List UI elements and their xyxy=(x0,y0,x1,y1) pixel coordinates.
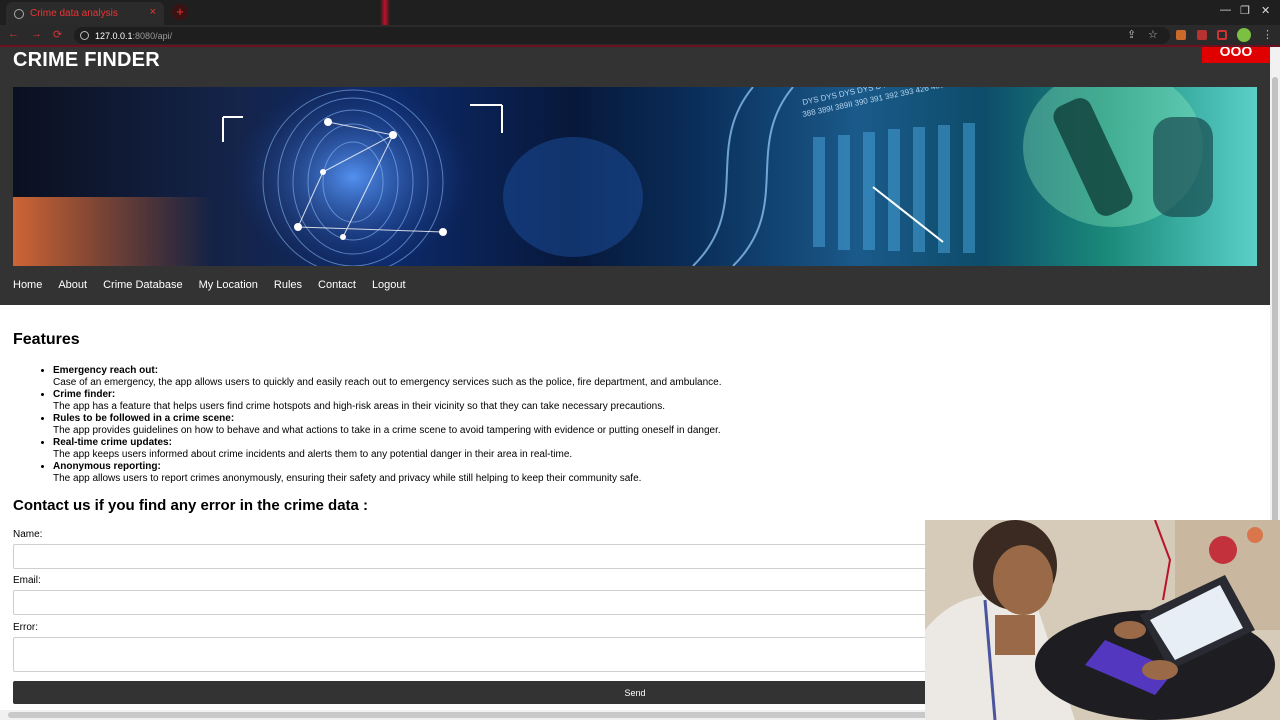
feature-desc: The app provides guidelines on how to be… xyxy=(53,425,721,436)
forensics-banner-image: DYS DYS DYS DYS DYS DYS DYS DYS DYS DYS … xyxy=(13,87,1257,266)
tab-title: Crime data analysis xyxy=(30,8,118,19)
sidebar-icon[interactable] xyxy=(1217,30,1227,40)
url-path: :8080/api/ xyxy=(132,30,173,41)
corner-badge: OOO xyxy=(1202,47,1270,63)
puzzle-extension-icon[interactable] xyxy=(1197,30,1207,40)
name-label: Name: xyxy=(13,529,43,540)
browser-tab[interactable]: Crime data analysis × xyxy=(6,2,164,25)
nav-my-location[interactable]: My Location xyxy=(199,279,258,291)
feature-item: Real-time crime updates: The app keeps u… xyxy=(53,437,1013,461)
site-header: CRIME FINDER 388 389I 389II 390 391 392 … xyxy=(0,47,1270,305)
forward-icon[interactable]: → xyxy=(31,28,42,40)
browser-tab-bar: Crime data analysis × + — ❐ ✕ xyxy=(0,0,1280,25)
webcam-overlay xyxy=(925,520,1280,720)
address-bar: ← → ⟳ 127.0.0.1 :8080/api/ ⇪ ☆ ⋮ xyxy=(0,25,1280,46)
back-icon[interactable]: ← xyxy=(8,28,19,40)
feature-title: Anonymous reporting: xyxy=(53,461,161,472)
features-section: Features Emergency reach out: Case of an… xyxy=(13,331,1013,485)
extension-icon[interactable] xyxy=(1176,30,1186,40)
feature-item: Rules to be followed in a crime scene: T… xyxy=(53,413,1013,437)
email-label: Email: xyxy=(13,575,41,586)
new-tab-button[interactable]: + xyxy=(172,4,188,20)
feature-desc: The app has a feature that helps users f… xyxy=(53,401,665,412)
site-title: CRIME FINDER xyxy=(13,49,160,71)
nav-about[interactable]: About xyxy=(58,279,87,291)
maximize-icon[interactable]: ❐ xyxy=(1240,4,1250,17)
contact-heading: Contact us if you find any error in the … xyxy=(13,497,369,514)
profile-avatar[interactable] xyxy=(1237,28,1251,42)
nav-home[interactable]: Home xyxy=(13,279,42,291)
tab-bar-decoration xyxy=(380,0,390,25)
feature-item: Emergency reach out: Case of an emergenc… xyxy=(53,365,1013,389)
feature-desc: The app allows users to report crimes an… xyxy=(53,473,642,484)
bookmark-star-icon[interactable]: ☆ xyxy=(1148,28,1158,41)
site-info-icon[interactable] xyxy=(80,31,89,40)
feature-title: Rules to be followed in a crime scene: xyxy=(53,413,235,424)
nav-logout[interactable]: Logout xyxy=(372,279,406,291)
webcam-presenter-image xyxy=(925,520,1280,720)
menu-icon[interactable]: ⋮ xyxy=(1262,28,1273,41)
feature-desc: The app keeps users informed about crime… xyxy=(53,449,573,460)
minimize-icon[interactable]: — xyxy=(1220,4,1231,16)
error-label: Error: xyxy=(13,622,38,633)
nav-rules[interactable]: Rules xyxy=(274,279,302,291)
globe-icon xyxy=(14,8,24,19)
url-host: 127.0.0.1 xyxy=(95,30,133,41)
feature-item: Crime finder: The app has a feature that… xyxy=(53,389,1013,413)
features-list: Emergency reach out: Case of an emergenc… xyxy=(53,365,1013,485)
banner-illustration: DYS DYS DYS DYS DYS DYS DYS DYS DYS DYS … xyxy=(13,87,1213,266)
features-heading: Features xyxy=(13,331,80,348)
feature-title: Emergency reach out: xyxy=(53,365,159,376)
url-field[interactable]: 127.0.0.1 :8080/api/ xyxy=(74,27,1170,44)
feature-title: Crime finder: xyxy=(53,389,116,400)
feature-item: Anonymous reporting: The app allows user… xyxy=(53,461,1013,485)
close-window-icon[interactable]: ✕ xyxy=(1261,4,1270,17)
main-nav: Home About Crime Database My Location Ru… xyxy=(13,279,406,291)
feature-title: Real-time crime updates: xyxy=(53,437,172,448)
nav-crime-database[interactable]: Crime Database xyxy=(103,279,182,291)
nav-contact[interactable]: Contact xyxy=(318,279,356,291)
share-icon[interactable]: ⇪ xyxy=(1127,28,1136,41)
reload-icon[interactable]: ⟳ xyxy=(53,28,62,41)
tab-close-icon[interactable]: × xyxy=(150,6,156,18)
feature-desc: Case of an emergency, the app allows use… xyxy=(53,377,722,388)
